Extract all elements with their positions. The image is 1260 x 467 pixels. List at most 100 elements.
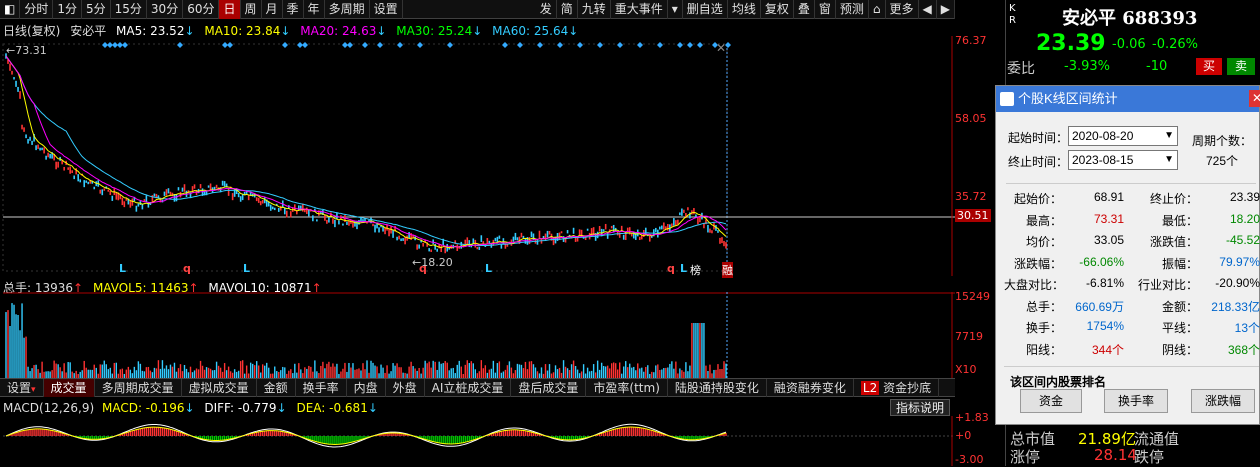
current-price-tag: 30.51 bbox=[955, 209, 991, 222]
limit-down-label: 跌停 bbox=[1134, 446, 1164, 467]
signal-mark: L bbox=[680, 262, 687, 275]
close-icon[interactable]: ✕ bbox=[1249, 90, 1260, 107]
limit-up-label: 涨停 bbox=[1010, 446, 1040, 467]
period-tab-15m[interactable]: 15分 bbox=[111, 0, 147, 19]
tab-turnover[interactable]: 换手率 bbox=[296, 379, 347, 397]
tool-forecast[interactable]: 预测 bbox=[836, 0, 869, 19]
tab-hk-connect[interactable]: 陆股通持股变化 bbox=[668, 379, 767, 397]
settings-button[interactable]: 设置 bbox=[370, 0, 403, 19]
buy-button[interactable]: 买 bbox=[1196, 58, 1222, 75]
tool-fa[interactable]: 发 bbox=[536, 0, 557, 19]
limit-up-value: 28.14 bbox=[1094, 446, 1137, 464]
period-tab-1m[interactable]: 1分 bbox=[53, 0, 82, 19]
range-stats-dialog: 个股K线区间统计 ✕ 起始时间： 2020-08-20▼ 终止时间： 2023-… bbox=[995, 85, 1260, 425]
stat-value: 13个 bbox=[1198, 319, 1260, 336]
tool-ma[interactable]: 均线 bbox=[728, 0, 761, 19]
start-time-label: 起始时间： bbox=[1008, 129, 1068, 146]
period-count-value: 725个 bbox=[1206, 152, 1238, 169]
indicator-help-button[interactable]: 指标说明 bbox=[890, 399, 950, 416]
tab-settings[interactable]: 设置▾ bbox=[0, 379, 44, 397]
tab-pe[interactable]: 市盈率(ttm) bbox=[586, 379, 667, 397]
stat-label: 终止价： bbox=[1136, 190, 1198, 207]
period-tab-60m[interactable]: 60分 bbox=[183, 0, 219, 19]
period-tab-fenshi[interactable]: 分时 bbox=[20, 0, 53, 19]
period-tab-multi[interactable]: 多周期 bbox=[325, 0, 370, 19]
dialog-titlebar[interactable]: 个股K线区间统计 ✕ bbox=[996, 86, 1259, 112]
tool-jian[interactable]: 简 bbox=[557, 0, 578, 19]
macd-tick: -3.00 bbox=[955, 453, 983, 466]
last-price: 23.39 bbox=[1036, 31, 1106, 56]
tab-ai-volume[interactable]: AI立桩成交量 bbox=[425, 379, 512, 397]
tool-toolbar: 发 简 九转 重大事件 ▾ 删自选 均线 复权 叠 窗 预测 ⌂ 更多 ◀ ▶ bbox=[555, 0, 955, 19]
stat-value: 218.33亿 bbox=[1198, 298, 1260, 315]
macd-tick: +0 bbox=[955, 429, 971, 442]
period-tab-year[interactable]: 年 bbox=[304, 0, 325, 19]
price-tick: 58.05 bbox=[955, 112, 987, 125]
rank-turnover-button[interactable]: 换手率 bbox=[1104, 389, 1168, 413]
start-date-select[interactable]: 2020-08-20▼ bbox=[1068, 126, 1178, 146]
signal-mark: L bbox=[243, 262, 250, 275]
stat-label: 换手： bbox=[1004, 319, 1062, 336]
kr-tag: KR bbox=[1009, 3, 1021, 27]
period-tab-week[interactable]: 周 bbox=[241, 0, 262, 19]
next-icon[interactable]: ▶ bbox=[937, 0, 955, 19]
tool-overlay[interactable]: 叠 bbox=[794, 0, 815, 19]
signal-mark: 融 bbox=[722, 262, 733, 278]
rank-capital-button[interactable]: 资金 bbox=[1020, 389, 1082, 413]
tab-amount[interactable]: 金额 bbox=[257, 379, 296, 397]
tab-margin[interactable]: 融资融券变化 bbox=[767, 379, 854, 397]
tab-volume[interactable]: 成交量 bbox=[44, 379, 95, 397]
kline-chart[interactable]: ✕ bbox=[0, 36, 955, 276]
tool-window[interactable]: 窗 bbox=[815, 0, 836, 19]
tab-outer[interactable]: 外盘 bbox=[386, 379, 425, 397]
home-icon[interactable]: ⌂ bbox=[869, 0, 886, 19]
period-tab-5m[interactable]: 5分 bbox=[82, 0, 111, 19]
stat-value: 660.69万 bbox=[1062, 298, 1124, 315]
stat-label: 振幅： bbox=[1136, 255, 1198, 272]
stat-value: 18.20 bbox=[1198, 212, 1260, 226]
tool-more[interactable]: 更多 bbox=[886, 0, 919, 19]
stat-value: 33.05 bbox=[1062, 233, 1124, 247]
tool-jiuzhuan[interactable]: 九转 bbox=[578, 0, 611, 19]
period-tab-quarter[interactable]: 季 bbox=[283, 0, 304, 19]
stat-value: -66.06% bbox=[1062, 255, 1124, 269]
macd-title: MACD(12,26,9) bbox=[3, 401, 94, 415]
toolbar-icon[interactable]: ◧ bbox=[0, 0, 20, 19]
macd-chart[interactable] bbox=[0, 416, 955, 466]
stat-label: 最低： bbox=[1136, 212, 1198, 229]
high-marker: ←73.31 bbox=[6, 44, 47, 57]
volume-chart[interactable] bbox=[0, 292, 955, 378]
end-date-select[interactable]: 2023-08-15▼ bbox=[1068, 150, 1178, 170]
tab-capital-bottom[interactable]: L2 资金抄底 bbox=[854, 379, 939, 397]
tab-virtual-volume[interactable]: 虚拟成交量 bbox=[182, 379, 257, 397]
prev-icon[interactable]: ◀ bbox=[919, 0, 937, 19]
stat-value: 68.91 bbox=[1062, 190, 1124, 204]
stat-label: 涨跌值： bbox=[1136, 233, 1198, 250]
stat-label: 涨跌幅： bbox=[1004, 255, 1062, 272]
stat-value: -20.90% bbox=[1198, 276, 1260, 290]
rank-change-button[interactable]: 涨跌幅 bbox=[1191, 389, 1255, 413]
period-tab-day[interactable]: 日 bbox=[219, 0, 240, 19]
tool-major-events[interactable]: 重大事件 bbox=[611, 0, 668, 19]
indicator-tabs: 设置▾ 成交量 多周期成交量 虚拟成交量 金额 换手率 内盘 外盘 AI立桩成交… bbox=[0, 378, 955, 397]
macd-value: MACD: -0.196 bbox=[102, 401, 185, 415]
sell-button[interactable]: 卖 bbox=[1227, 58, 1255, 75]
signal-mark: L bbox=[119, 262, 126, 275]
tab-after-hours[interactable]: 盘后成交量 bbox=[511, 379, 586, 397]
stat-value: 73.31 bbox=[1062, 212, 1124, 226]
tab-inner[interactable]: 内盘 bbox=[347, 379, 386, 397]
dropdown-icon[interactable]: ▾ bbox=[668, 0, 683, 19]
macd-tick: +1.83 bbox=[955, 411, 989, 424]
stat-label: 最高： bbox=[1004, 212, 1062, 229]
tab-multi-volume[interactable]: 多周期成交量 bbox=[95, 379, 182, 397]
period-tab-30m[interactable]: 30分 bbox=[147, 0, 183, 19]
period-count-label: 周期个数： bbox=[1192, 132, 1252, 149]
period-tab-month[interactable]: 月 bbox=[262, 0, 283, 19]
macd-legend: MACD(12,26,9) MACD: -0.196↓ DIFF: -0.779… bbox=[3, 401, 378, 415]
tool-del-fav[interactable]: 删自选 bbox=[683, 0, 728, 19]
weibi-label: 委比 bbox=[1007, 58, 1035, 78]
tool-adjust[interactable]: 复权 bbox=[761, 0, 794, 19]
weicha-value: -10 bbox=[1146, 59, 1167, 74]
signal-mark: q bbox=[667, 262, 675, 275]
stat-label: 阴线： bbox=[1136, 341, 1198, 358]
